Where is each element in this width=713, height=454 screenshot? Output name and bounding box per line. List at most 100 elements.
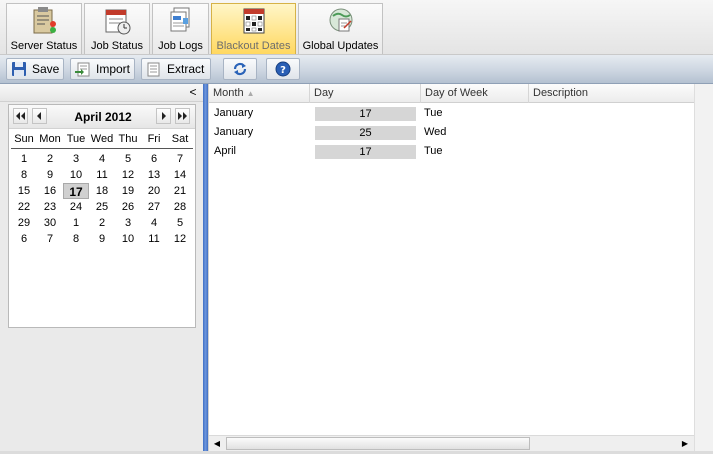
- table-row[interactable]: April 17 Tue: [209, 142, 695, 161]
- cell-month: January: [214, 107, 254, 119]
- calendar-day[interactable]: 4: [89, 151, 115, 167]
- calendar-day[interactable]: 9: [37, 167, 63, 183]
- column-header-description[interactable]: Description: [529, 84, 695, 103]
- calendar-day[interactable]: 26: [115, 199, 141, 215]
- table-row[interactable]: January 17 Tue: [209, 104, 695, 123]
- first-month-button[interactable]: [13, 108, 28, 124]
- import-button[interactable]: Import: [70, 58, 135, 80]
- column-header-day[interactable]: Day: [310, 84, 421, 103]
- calendar-day[interactable]: 19: [115, 183, 141, 199]
- calendar-day[interactable]: 5: [167, 215, 193, 231]
- vertical-scrollbar[interactable]: [694, 84, 713, 451]
- calendar-day[interactable]: 8: [11, 167, 37, 183]
- weekday-label: Fri: [147, 133, 161, 145]
- calendar-month-title: April 2012: [74, 110, 132, 124]
- calendar-day[interactable]: 16: [37, 183, 63, 199]
- calendar-day[interactable]: 13: [141, 167, 167, 183]
- import-icon: [75, 62, 90, 77]
- scroll-left-icon[interactable]: ◀: [211, 438, 223, 450]
- calendar-week-row: 29 30 1 2 3 4 5: [11, 215, 193, 231]
- cell-day-of-week: Wed: [424, 126, 447, 138]
- calendar-icon: [243, 8, 264, 34]
- calendar-day[interactable]: 2: [89, 215, 115, 231]
- horizontal-scrollbar[interactable]: ◀ ▶: [209, 435, 695, 451]
- calendar-day[interactable]: 21: [167, 183, 193, 199]
- calendar-day[interactable]: 5: [115, 151, 141, 167]
- prev-month-button[interactable]: [32, 108, 47, 124]
- extract-button[interactable]: Extract: [141, 58, 211, 80]
- calendar-day[interactable]: 7: [37, 231, 63, 247]
- table-row[interactable]: January 25 Wed: [209, 123, 695, 142]
- sort-ascending-icon: ▲: [246, 89, 255, 98]
- calendar-day[interactable]: 27: [141, 199, 167, 215]
- scroll-right-icon[interactable]: ▶: [679, 438, 691, 450]
- calendar-day[interactable]: 1: [63, 215, 89, 231]
- calendar-day[interactable]: 11: [89, 167, 115, 183]
- calendar-day[interactable]: 4: [141, 215, 167, 231]
- calendar-day[interactable]: 12: [115, 167, 141, 183]
- save-button[interactable]: Save: [6, 58, 64, 80]
- calendar-day[interactable]: 6: [11, 231, 37, 247]
- double-chevron-left-icon: [16, 112, 25, 120]
- calendar-day[interactable]: 28: [167, 199, 193, 215]
- tab-server-status[interactable]: Server Status: [6, 3, 82, 54]
- collapse-pane-button[interactable]: <: [186, 85, 200, 100]
- calendar-day[interactable]: 22: [11, 199, 37, 215]
- calendar-day[interactable]: 14: [167, 167, 193, 183]
- calendar-day[interactable]: 20: [141, 183, 167, 199]
- blackout-dates-grid: Month ▲ Day Day of Week Description Janua…: [208, 84, 695, 451]
- calendar-header: April 2012: [9, 105, 195, 129]
- cell-day[interactable]: 25: [315, 126, 416, 140]
- tab-blackout-dates[interactable]: Blackout Dates: [211, 3, 296, 54]
- tab-label: Server Status: [10, 40, 78, 52]
- calendar-day[interactable]: 24: [63, 199, 89, 215]
- calendar-grid: Sun Mon Tue Wed Thu Fri Sat 1 2 3 4 5 6 …: [11, 131, 193, 247]
- calendar-day[interactable]: 18: [89, 183, 115, 199]
- calendar-day[interactable]: 10: [63, 167, 89, 183]
- calendar-day[interactable]: 6: [141, 151, 167, 167]
- calendar-day[interactable]: 23: [37, 199, 63, 215]
- calendar-day[interactable]: 3: [63, 151, 89, 167]
- module-tab-bar: Server Status Job Status Job Logs Blacko…: [0, 0, 713, 55]
- calendar-day-selected[interactable]: 17: [63, 183, 89, 199]
- refresh-button[interactable]: [223, 58, 257, 80]
- cell-day[interactable]: 17: [315, 107, 416, 121]
- calendar-day[interactable]: 15: [11, 183, 37, 199]
- tab-job-status[interactable]: Job Status: [84, 3, 150, 54]
- tab-label: Job Status: [91, 40, 143, 52]
- calendar-week-row: 6 7 8 9 10 11 12: [11, 231, 193, 247]
- chevron-right-icon: [162, 112, 166, 120]
- next-month-button[interactable]: [156, 108, 171, 124]
- save-icon: [12, 62, 26, 76]
- server-status-icon: [33, 7, 56, 34]
- scrollbar-thumb[interactable]: [226, 437, 530, 450]
- calendar-day[interactable]: 10: [115, 231, 141, 247]
- svg-text:?: ?: [280, 65, 286, 76]
- calendar-day[interactable]: 11: [141, 231, 167, 247]
- calendar-day[interactable]: 30: [37, 215, 63, 231]
- calendar-day[interactable]: 2: [37, 151, 63, 167]
- weekday-label: Tue: [66, 133, 86, 145]
- calendar-day[interactable]: 12: [167, 231, 193, 247]
- tab-job-logs[interactable]: Job Logs: [152, 3, 209, 54]
- calendar-day[interactable]: 9: [89, 231, 115, 247]
- column-header-month[interactable]: Month ▲: [209, 84, 310, 103]
- calendar-day[interactable]: 25: [89, 199, 115, 215]
- last-month-button[interactable]: [175, 108, 190, 124]
- tab-global-updates[interactable]: Global Updates: [298, 3, 383, 54]
- cell-month: April: [214, 145, 237, 157]
- column-header-label: Day: [314, 87, 334, 99]
- calendar-week-row: 1 2 3 4 5 6 7: [11, 151, 193, 167]
- import-label: Import: [96, 62, 131, 76]
- cell-day[interactable]: 17: [315, 145, 416, 159]
- calendar-day[interactable]: 8: [63, 231, 89, 247]
- calendar-day[interactable]: 1: [11, 151, 37, 167]
- calendar-day[interactable]: 7: [167, 151, 193, 167]
- column-header-day-of-week[interactable]: Day of Week: [421, 84, 529, 103]
- double-chevron-right-icon: [178, 112, 187, 120]
- tab-label: Global Updates: [302, 40, 379, 52]
- calendar-day[interactable]: 29: [11, 215, 37, 231]
- weekday-label: Sat: [171, 133, 189, 145]
- help-button[interactable]: ?: [266, 58, 300, 80]
- calendar-day[interactable]: 3: [115, 215, 141, 231]
